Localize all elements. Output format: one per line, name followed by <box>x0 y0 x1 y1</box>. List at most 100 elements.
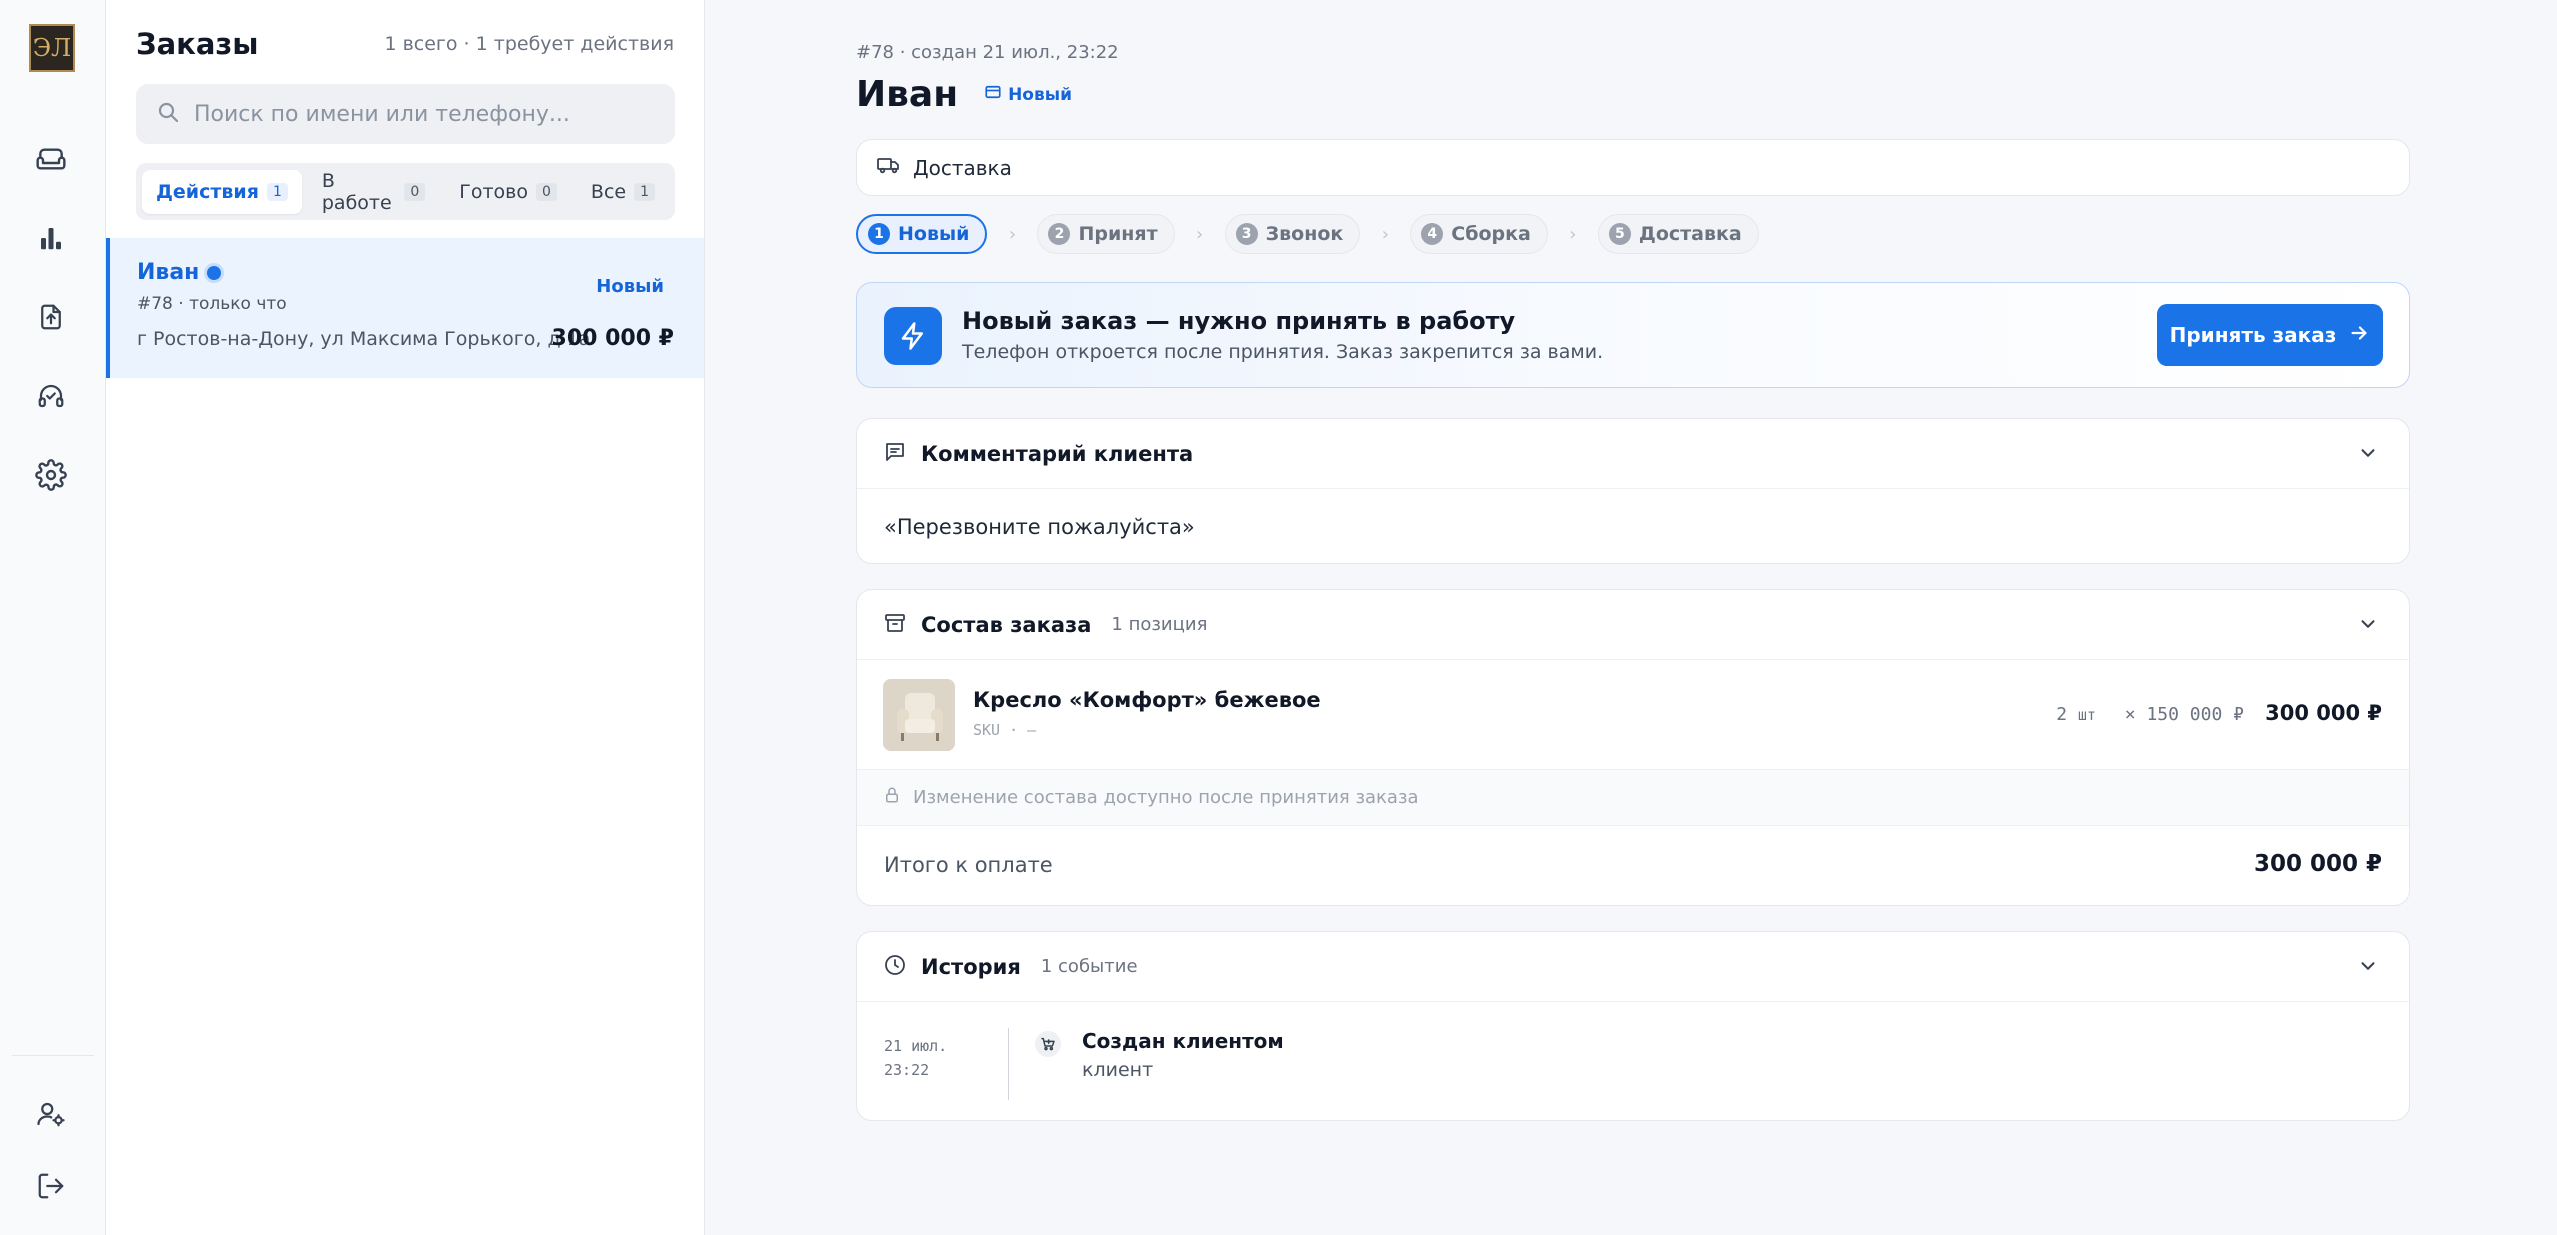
delivery-label: Доставка <box>913 155 1012 180</box>
archive-icon <box>883 611 907 639</box>
chevron-right-icon: › <box>1196 223 1204 245</box>
chevron-right-icon: › <box>1381 223 1389 245</box>
tab-done[interactable]: Готово 0 <box>445 170 571 214</box>
tab-count: 0 <box>535 182 557 201</box>
orders-panel: Заказы 1 всего · 1 требует действия Дейс… <box>106 0 705 1235</box>
banner-subtitle: Телефон откроется после принятия. Заказ … <box>962 341 1604 363</box>
qty-unit: шт <box>2077 706 2096 724</box>
product-sku: SKU · — <box>973 721 1037 739</box>
tab-actions[interactable]: Действия 1 <box>142 169 302 214</box>
composition-header[interactable]: Состав заказа 1 позиция <box>857 590 2409 660</box>
action-required-banner: Новый заказ — нужно принять в работу Тел… <box>856 282 2410 388</box>
status-stepper: 1 Новый › 2 Принят › 3 Звонок › 4 Сборка… <box>856 214 1759 254</box>
history-header[interactable]: История 1 событие <box>857 932 2409 1002</box>
comment-header[interactable]: Комментарий клиента <box>857 419 2409 489</box>
accept-order-button[interactable]: Принять заказ <box>2157 304 2383 366</box>
logout-icon[interactable] <box>31 1166 71 1206</box>
truck-icon <box>877 153 901 182</box>
step-new[interactable]: 1 Новый <box>856 214 988 254</box>
accept-order-label: Принять заказ <box>2169 323 2337 347</box>
page-title: Иван <box>856 74 959 115</box>
step-number: 1 <box>868 223 890 245</box>
qty-value: 2 <box>2056 704 2068 725</box>
step-accepted[interactable]: 2 Принят <box>1037 214 1175 254</box>
sofa-icon[interactable] <box>31 139 71 179</box>
user-settings-icon[interactable] <box>31 1094 71 1134</box>
lock-icon <box>883 786 901 809</box>
chevron-down-icon[interactable] <box>2357 442 2379 468</box>
headset-icon[interactable] <box>31 376 71 416</box>
comment-title: Комментарий клиента <box>921 441 1194 466</box>
step-assembly[interactable]: 4 Сборка <box>1410 214 1548 254</box>
step-label: Сборка <box>1451 223 1531 245</box>
rail-divider <box>12 1055 94 1056</box>
search-icon <box>156 100 180 128</box>
order-list-item[interactable]: Иван #78 · только что Новый г Ростов-на-… <box>106 238 704 378</box>
product-name: Кресло «Комфорт» бежевое <box>973 688 1321 712</box>
tab-all[interactable]: Все 1 <box>577 170 669 214</box>
bar-chart-icon[interactable] <box>31 218 71 258</box>
step-number: 5 <box>1608 223 1631 245</box>
message-icon <box>883 440 907 468</box>
order-status: Новый <box>596 276 664 297</box>
order-customer-name: Иван <box>137 260 222 285</box>
tab-in-progress[interactable]: В работе 0 <box>308 170 439 214</box>
history-title: История <box>921 954 1021 979</box>
upload-file-icon[interactable] <box>31 297 71 337</box>
step-label: Новый <box>898 223 970 245</box>
arrow-right-icon <box>2348 322 2370 349</box>
event-time: 23:22 <box>884 1061 930 1079</box>
search-input[interactable] <box>194 101 654 127</box>
orders-title: Заказы <box>136 27 259 61</box>
search-box[interactable] <box>136 84 675 144</box>
clock-icon <box>883 953 907 981</box>
timeline-line <box>1008 1028 1009 1100</box>
unit-price: × 150 000 ₽ <box>2124 704 2244 725</box>
product-quantity: 2 шт × 150 000 ₽ <box>2056 704 2244 725</box>
order-header: Иван Новый <box>856 74 1072 115</box>
lightning-icon <box>884 307 942 365</box>
chevron-right-icon: › <box>1008 223 1017 245</box>
order-price: 300 000 ₽ <box>551 326 674 351</box>
filter-tabs: Действия 1 В работе 0 Готово 0 Все 1 <box>136 163 675 220</box>
product-line-total: 300 000 ₽ <box>2265 701 2382 725</box>
orders-summary: 1 всего · 1 требует действия <box>384 33 674 55</box>
chevron-down-icon[interactable] <box>2357 613 2379 639</box>
total-label: Итого к оплате <box>884 853 1053 877</box>
step-call[interactable]: 3 Звонок <box>1224 214 1361 254</box>
tab-label: В работе <box>321 169 392 214</box>
card-icon <box>984 83 1002 106</box>
product-image <box>883 679 955 751</box>
brand-logo[interactable]: ЭЛ <box>29 24 75 72</box>
unread-dot <box>207 265 222 280</box>
event-datetime: 21 июл. 23:22 <box>884 1034 947 1082</box>
status-badge-label: Новый <box>1008 84 1073 105</box>
history-section: История 1 событие 21 июл. 23:22 Создан к… <box>856 931 2410 1121</box>
history-count: 1 событие <box>1040 956 1138 977</box>
event-actor: клиент <box>1082 1059 1154 1081</box>
tab-count: 0 <box>404 182 426 201</box>
step-delivery[interactable]: 5 Доставка <box>1597 214 1759 254</box>
event-date: 21 июл. <box>884 1037 948 1055</box>
step-label: Доставка <box>1638 223 1742 245</box>
step-number: 2 <box>1048 223 1071 245</box>
order-meta: #78 · только что <box>137 294 287 314</box>
client-comment-section: Комментарий клиента «Перезвоните пожалуй… <box>856 418 2410 564</box>
tab-count: 1 <box>634 182 655 201</box>
cart-icon <box>1035 1031 1061 1057</box>
tab-label: Готово <box>459 180 528 203</box>
step-number: 3 <box>1235 223 1258 245</box>
comment-text: «Перезвоните пожалуйста» <box>884 515 1195 539</box>
composition-title: Состав заказа <box>921 612 1092 637</box>
order-composition-section: Состав заказа 1 позиция Кресло «Комфорт»… <box>856 589 2410 906</box>
tab-label: Все <box>590 180 627 203</box>
step-label: Звонок <box>1265 223 1344 245</box>
composition-count: 1 позиция <box>1111 614 1208 635</box>
chevron-down-icon[interactable] <box>2357 955 2379 981</box>
gear-icon[interactable] <box>31 455 71 495</box>
event-title: Создан клиентом <box>1082 1029 1284 1053</box>
delivery-type[interactable]: Доставка <box>856 139 2410 196</box>
total-value: 300 000 ₽ <box>2253 851 2382 877</box>
chevron-right-icon: › <box>1569 223 1577 245</box>
banner-title: Новый заказ — нужно принять в работу <box>962 307 1516 335</box>
